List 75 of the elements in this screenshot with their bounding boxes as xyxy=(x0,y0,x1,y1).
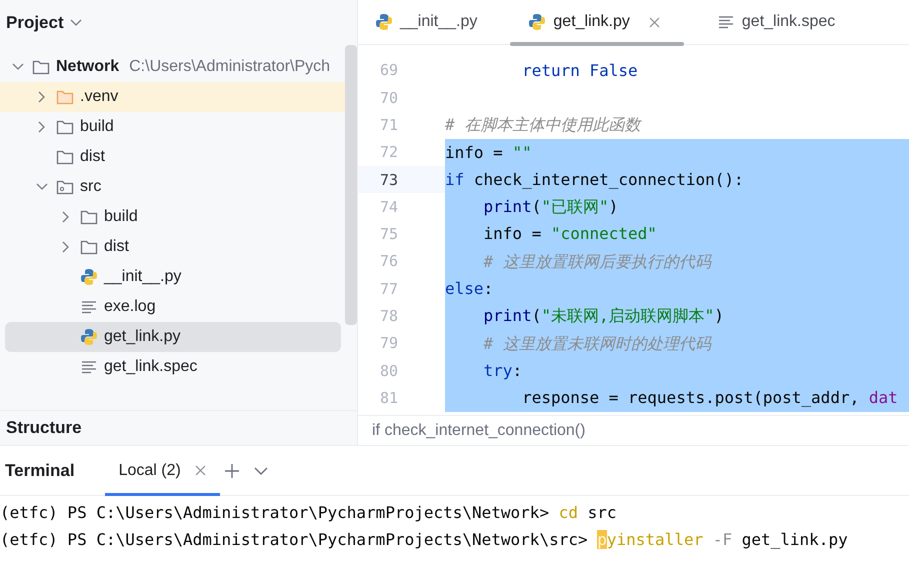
file-name: exe.log xyxy=(104,297,156,317)
folder-icon xyxy=(56,88,74,106)
tree-item[interactable]: exe.log xyxy=(0,292,345,322)
file-name: Network xyxy=(56,57,120,77)
tree-item[interactable]: .venv xyxy=(0,82,345,112)
folder-icon xyxy=(56,148,74,166)
code-line: info = "" xyxy=(445,142,532,164)
chevron-down-icon[interactable] xyxy=(70,18,82,26)
file-name: get_link.spec xyxy=(104,357,198,377)
line-number: 81 xyxy=(380,388,398,409)
close-icon[interactable] xyxy=(194,465,206,476)
file-name: __init__.py xyxy=(104,267,182,287)
breadcrumb[interactable]: if check_internet_connection() xyxy=(372,418,586,442)
close-icon[interactable] xyxy=(648,16,660,28)
code-line: info = "connected" xyxy=(482,223,657,246)
file-name: build xyxy=(80,117,114,137)
code-line: response = requests.post(post_addr, dat xyxy=(521,387,898,410)
code-line: return False xyxy=(521,60,638,82)
line-number: 71 xyxy=(380,114,398,136)
python-icon xyxy=(80,328,98,346)
plus-icon[interactable] xyxy=(224,462,240,478)
panel-title[interactable]: Structure xyxy=(6,415,82,441)
editor-tab[interactable]: __init__.py xyxy=(372,0,480,44)
code-line: # 在脚本主体中使用此函数 xyxy=(445,114,640,136)
folder-icon xyxy=(56,118,74,136)
scrollbar[interactable] xyxy=(345,45,357,325)
line-number: 76 xyxy=(380,251,398,272)
tree-item[interactable]: __init__.py xyxy=(0,262,345,292)
line-number: 80 xyxy=(380,360,398,382)
code-line: # 这里放置未联网时的处理代码 xyxy=(482,332,711,355)
tree-item[interactable]: get_link.spec xyxy=(0,352,345,382)
editor-tab[interactable]: get_link.spec xyxy=(714,0,838,44)
tree-item[interactable]: Network C:\Users\Administrator\Pych xyxy=(0,52,345,82)
terminal-tab[interactable]: Local (2) xyxy=(104,446,220,495)
line-number: 74 xyxy=(380,196,398,218)
editor-tab[interactable]: get_link.py xyxy=(510,0,684,44)
file-name: dist xyxy=(104,237,129,257)
file-name: get_link.py xyxy=(104,327,180,347)
terminal-line: (etfc) PS C:\Users\Administrator\PycharmProjects\Network\src> pyinstaller -F get_link.py xyxy=(0,528,848,551)
code-line: print("已联网") xyxy=(482,196,618,218)
file-name: src xyxy=(80,177,102,197)
terminal-line: (etfc) PS C:\Users\Administrator\PycharmProjects\Network> cd src xyxy=(0,502,616,524)
tree-item[interactable]: build xyxy=(0,112,345,142)
line-number: 73 xyxy=(380,170,398,191)
tree-item[interactable]: get_link.py xyxy=(5,322,341,352)
code-line: # 这里放置联网后要执行的代码 xyxy=(482,250,711,273)
folder-icon xyxy=(32,58,50,76)
line-number: 78 xyxy=(380,306,398,328)
file-name: dist xyxy=(80,147,105,167)
tree-item[interactable]: src xyxy=(0,172,345,202)
tree-item[interactable]: build xyxy=(0,202,345,232)
code-line: if check_internet_connection(): xyxy=(445,168,744,191)
panel-title[interactable]: Terminal xyxy=(5,458,75,484)
folder-icon xyxy=(56,178,74,196)
file-name: build xyxy=(104,207,138,227)
tree-item[interactable]: dist xyxy=(0,232,345,262)
code-line: print("未联网,启动联网脚本") xyxy=(482,305,724,328)
python-icon xyxy=(528,13,546,31)
folder-icon xyxy=(80,208,98,226)
panel-title[interactable]: Project xyxy=(6,10,64,36)
python-icon xyxy=(375,13,393,31)
chevron-down-icon[interactable] xyxy=(254,466,268,474)
python-icon xyxy=(80,268,98,286)
line-number: 70 xyxy=(380,88,398,109)
file-name: .venv xyxy=(80,87,118,107)
tree-item[interactable]: dist xyxy=(0,142,345,172)
line-number: 75 xyxy=(380,224,398,246)
line-number: 77 xyxy=(380,278,398,300)
folder-icon xyxy=(80,238,98,256)
line-number: 79 xyxy=(380,333,398,354)
code-line: try: xyxy=(482,360,522,382)
line-number: 72 xyxy=(380,142,398,164)
code-line: else: xyxy=(445,278,494,300)
line-number: 69 xyxy=(380,60,398,82)
file-path: C:\Users\Administrator\Pych xyxy=(129,57,330,77)
